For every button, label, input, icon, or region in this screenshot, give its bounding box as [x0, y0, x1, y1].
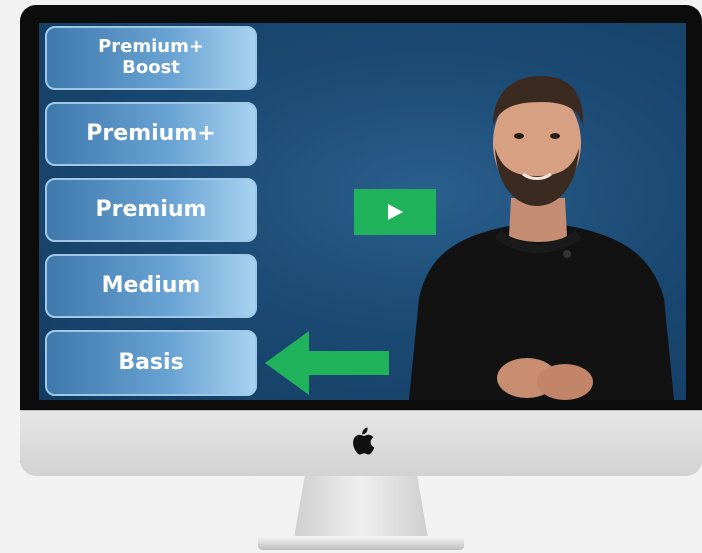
tier-label-line2: Boost [122, 57, 180, 78]
monitor-stand-base [258, 536, 464, 550]
tier-label: Basis [118, 350, 184, 376]
arrow-left-icon [265, 331, 389, 395]
play-button[interactable] [354, 189, 436, 235]
monitor-stand-neck [294, 476, 428, 538]
apple-logo-icon [353, 427, 375, 455]
play-icon [388, 204, 403, 220]
tier-label: Medium [101, 273, 201, 299]
tier-premium-button[interactable]: Premium [45, 178, 257, 242]
tier-medium-button[interactable]: Medium [45, 254, 257, 318]
tier-premium-plus-boost-button[interactable]: Premium+ Boost [45, 26, 257, 90]
tier-label: Premium+ [86, 121, 216, 147]
tier-premium-plus-button[interactable]: Premium+ [45, 102, 257, 166]
tier-label: Premium [95, 197, 207, 223]
tier-basis-button[interactable]: Basis [45, 330, 257, 396]
tier-label-line1: Premium+ [98, 36, 204, 58]
video-screen[interactable]: Premium+ Boost Premium+ Premium Medium B… [39, 23, 686, 400]
